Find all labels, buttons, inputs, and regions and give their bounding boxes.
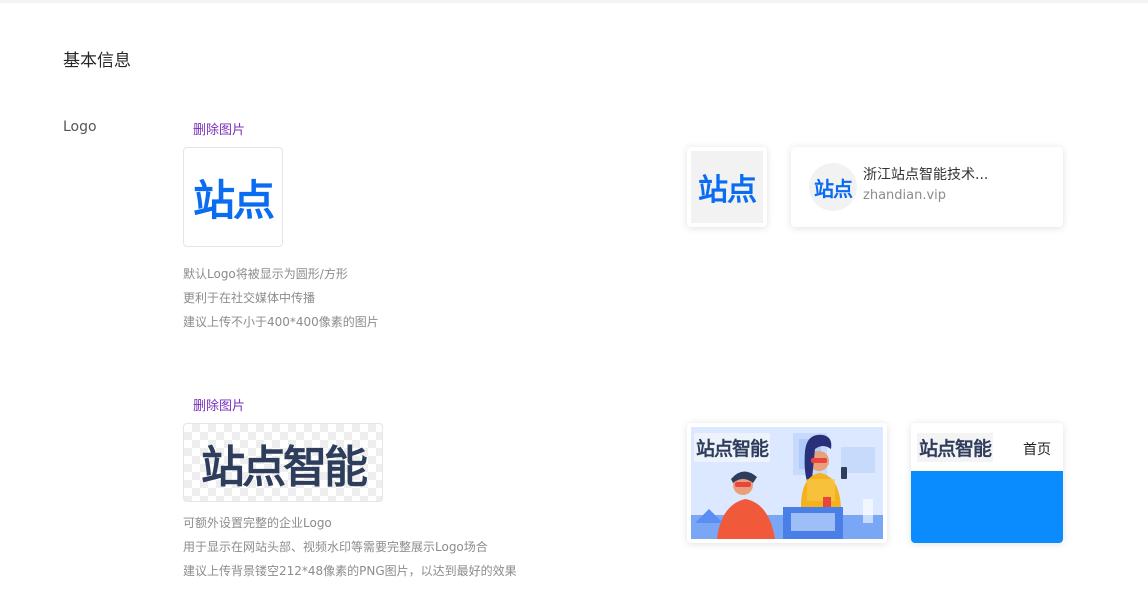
header-bar: 站点智能 首页 [911, 423, 1063, 471]
wide-logo-hint: 可额外设置完整的企业Logo 用于显示在网站头部、视频水印等需要完整展示Logo… [183, 511, 517, 583]
logo-hint-line: 更利于在社交媒体中传播 [183, 291, 316, 305]
section-title: 基本信息 [63, 51, 131, 71]
avatar-logo-text: 站点 [814, 176, 853, 201]
nav-home-link: 首页 [1023, 442, 1051, 458]
header-logo-text: 站点智能 [919, 438, 992, 460]
wide-logo-upload-box[interactable]: 站点智能 [183, 423, 383, 502]
logo-hint-line: 默认Logo将被显示为圆形/方形 [183, 267, 348, 281]
site-header-preview: 站点智能 首页 [911, 423, 1063, 543]
wide-logo-hint-line: 可额外设置完整的企业Logo [183, 516, 332, 530]
logo-upload-box[interactable]: 站点 [183, 147, 283, 247]
share-card-name: 浙江站点智能技术... [863, 167, 989, 183]
banner-preview: 站点智能 [687, 423, 887, 543]
logo-field-label: Logo [63, 119, 97, 135]
wide-logo-hint-line: 建议上传背景镂空212*48像素的PNG图片，以达到最好的效果 [183, 564, 517, 578]
logo-image-text: 站点 [192, 175, 275, 225]
wide-logo-image-text: 站点智能 [201, 441, 368, 493]
header-banner-area [911, 471, 1063, 543]
delete-logo-button[interactable]: 删除图片 [193, 119, 245, 138]
logo-hint: 默认Logo将被显示为圆形/方形 更利于在社交媒体中传播 建议上传不小于400*… [183, 262, 379, 334]
delete-wide-logo-button[interactable]: 删除图片 [193, 395, 245, 414]
share-card-url: zhandian.vip [863, 188, 947, 203]
banner-logo-text: 站点智能 [696, 438, 769, 460]
header-logo: 站点智能 [917, 433, 994, 462]
share-card-preview: 站点 浙江站点智能技术... zhandian.vip [791, 147, 1063, 227]
square-preview-logo-text: 站点 [698, 173, 757, 208]
logo-hint-line: 建议上传不小于400*400像素的图片 [183, 315, 379, 329]
square-logo-preview: 站点 [687, 147, 767, 227]
wide-logo-hint-line: 用于显示在网站头部、视频水印等需要完整展示Logo场合 [183, 540, 488, 554]
banner-logo: 站点智能 [694, 433, 771, 462]
banner-illustration: 站点智能 [691, 427, 883, 539]
top-divider [0, 0, 1148, 3]
avatar: 站点 [809, 163, 857, 211]
